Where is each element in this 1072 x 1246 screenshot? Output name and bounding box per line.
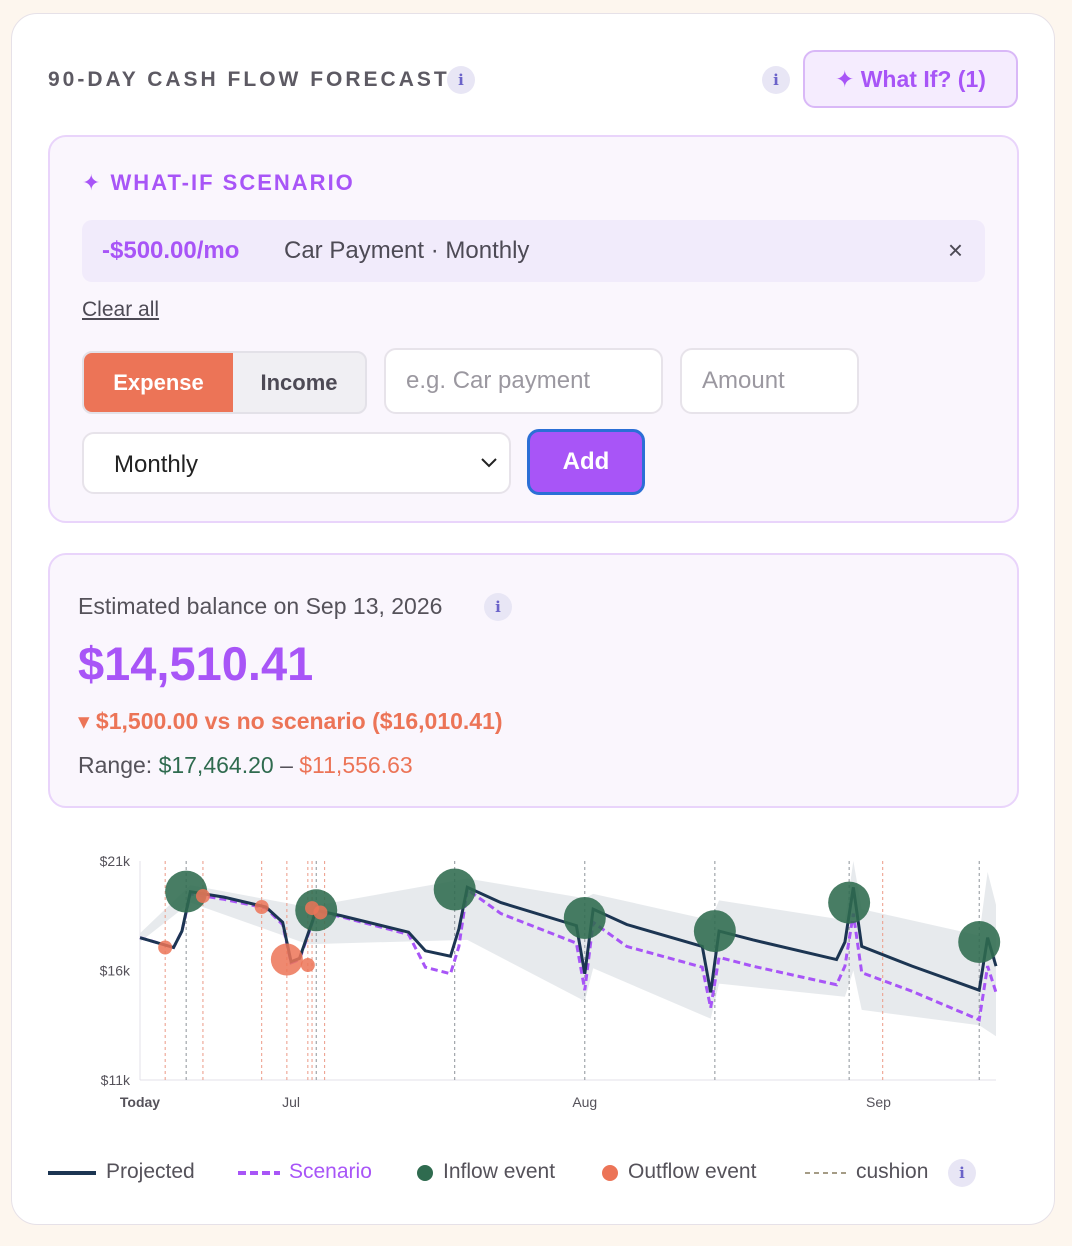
chevron-down-icon [481, 458, 497, 468]
outflow-event-point [270, 943, 303, 976]
inflow-event-point [828, 881, 871, 924]
legend-projected: Projected [106, 1160, 195, 1183]
inflow-event-point [693, 910, 736, 953]
scenario-title: ✦ WHAT-IF SCENARIO [82, 170, 355, 195]
inflow-legend-swatch [417, 1165, 433, 1181]
scenario-item: -$500.00/mo Car Payment · Monthly × [82, 220, 985, 282]
range-label: Range: [78, 752, 153, 778]
name-input[interactable] [384, 348, 663, 414]
y-tick-label: $16k [100, 963, 131, 979]
inflow-event-point [563, 896, 606, 939]
info-icon[interactable]: i [484, 593, 512, 621]
y-tick-label: $21k [100, 853, 131, 869]
page-title: 90-DAY CASH FLOW FORECAST [48, 68, 450, 91]
range-low: $11,556.63 [299, 752, 413, 778]
add-button[interactable]: Add [527, 429, 645, 495]
forecast-chart: $21k $16k $11k Today Jul Aug Sep [100, 853, 1001, 1110]
info-icon[interactable]: i [948, 1159, 976, 1187]
inflow-event-point [433, 868, 476, 911]
outflow-event-point [300, 958, 315, 973]
inflow-event-point [958, 921, 1001, 964]
projected-legend-swatch [48, 1171, 96, 1175]
clear-all-link[interactable]: Clear all [82, 298, 159, 322]
scenario-delta: ▾ $1,500.00 vs no scenario ($16,010.41) [78, 708, 503, 734]
range-separator: – [280, 752, 293, 778]
type-toggle: Expense Income [82, 351, 367, 414]
outflow-event-point [158, 940, 173, 955]
scenario-legend-swatch [238, 1171, 280, 1175]
outflow-event-point [254, 899, 269, 914]
outflow-event-point [195, 889, 210, 904]
x-tick-label: Sep [866, 1094, 891, 1110]
x-tick-label: Jul [282, 1094, 300, 1110]
legend-scenario: Scenario [289, 1160, 372, 1183]
estimated-balance: $14,510.41 [78, 637, 314, 690]
frequency-select[interactable]: Monthly [82, 432, 511, 494]
outflow-legend-swatch [602, 1165, 618, 1181]
cushion-legend-swatch [805, 1172, 847, 1174]
remove-icon[interactable]: × [948, 235, 963, 266]
scenario-amount: -$500.00/mo [102, 237, 240, 264]
range-high: $17,464.20 [158, 752, 274, 778]
x-tick-label: Aug [572, 1094, 597, 1110]
outflow-event-point [313, 905, 328, 920]
estimate-label: Estimated balance on Sep 13, 2026 [78, 593, 443, 619]
x-tick-label: Today [120, 1094, 160, 1110]
balance-range: Range: $17,464.20 – $11,556.63 [78, 752, 413, 779]
info-icon[interactable]: i [447, 66, 475, 94]
scenario-description: Car Payment · Monthly [284, 237, 530, 264]
frequency-value: Monthly [114, 451, 199, 478]
legend-cushion: cushion [856, 1160, 929, 1183]
legend-inflow: Inflow event [443, 1160, 556, 1183]
info-icon[interactable]: i [762, 66, 790, 94]
income-toggle-button[interactable]: Income [233, 353, 365, 412]
amount-input[interactable] [680, 348, 859, 414]
legend-outflow: Outflow event [628, 1160, 757, 1183]
what-if-button[interactable]: ✦ What If? (1) [803, 50, 1018, 108]
expense-toggle-button[interactable]: Expense [84, 353, 233, 412]
y-tick-label: $11k [101, 1072, 131, 1088]
